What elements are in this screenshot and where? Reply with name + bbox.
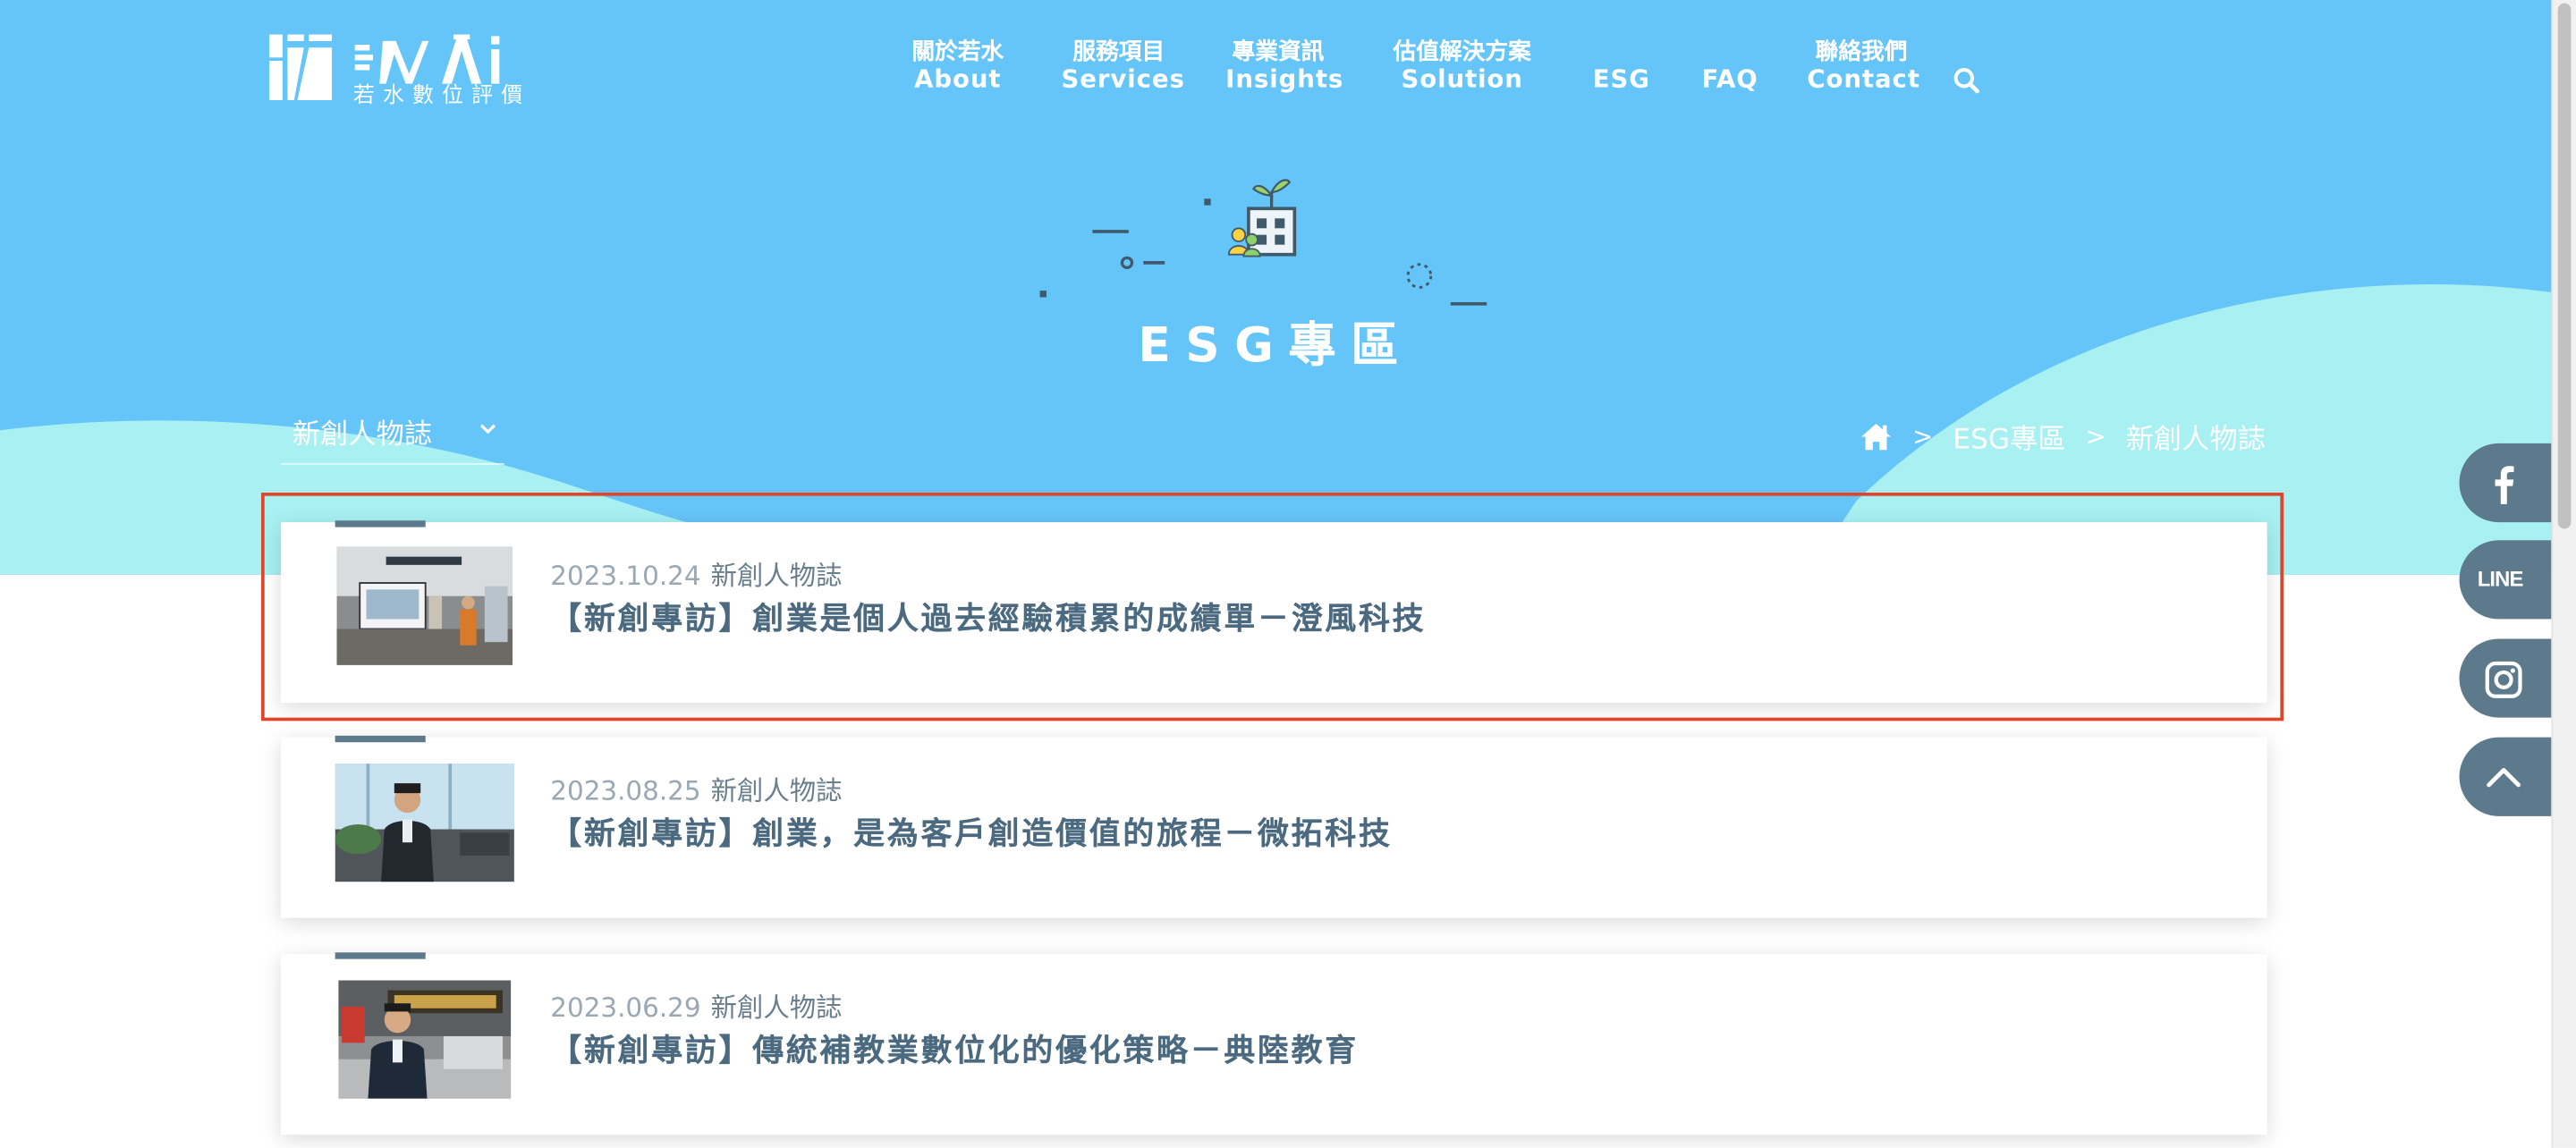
breadcrumb-current[interactable]: 新創人物誌 [2126, 416, 2266, 457]
breadcrumb-esg[interactable]: ESG專區 [1953, 416, 2065, 457]
nav-about[interactable]: 關於若水 About [905, 39, 1011, 92]
chevron-down-icon [479, 424, 496, 435]
facebook-button[interactable] [2459, 443, 2552, 523]
page-title: ESG專區 [1138, 317, 1414, 373]
category-dropdown[interactable]: 新創人物誌 [281, 406, 504, 465]
instagram-icon [2485, 661, 2522, 698]
article-thumbnail[interactable] [335, 764, 514, 882]
article-date: 2023.10.24 [550, 560, 701, 592]
card-accent-tab [335, 952, 426, 959]
search-icon[interactable] [1952, 65, 1981, 95]
line-button[interactable]: LINE [2459, 540, 2552, 620]
nav-faq[interactable]: FAQ [1699, 39, 1761, 91]
breadcrumb-separator: > [2085, 421, 2106, 452]
card-accent-tab [335, 735, 426, 743]
page-scrollbar[interactable] [2551, 0, 2576, 1148]
main-nav: 關於若水 About 服務項目 Services 專業資訊 Insights 估… [0, 39, 2551, 105]
instagram-button[interactable] [2459, 638, 2552, 718]
article-thumbnail[interactable] [338, 980, 512, 1099]
article-title[interactable]: 【新創專訪】創業，是為客戶創造價值的旅程－微拓科技 [550, 809, 1392, 854]
article-card[interactable]: 2023.06.29 新創人物誌 【新創專訪】傳統補教業數位化的優化策略－典陸教育 [281, 952, 2267, 1135]
back-to-top-icon [2487, 768, 2521, 788]
article-category: 新創人物誌 [710, 774, 843, 806]
article-meta: 2023.08.25 新創人物誌 [550, 769, 842, 808]
nav-insights[interactable]: 專業資訊 Insights [1225, 39, 1343, 92]
article-title[interactable]: 【新創專訪】創業是個人過去經驗積累的成績單－澄風科技 [550, 595, 1426, 639]
hero-banner: 若水數位評價 關於若水 About 服務項目 Services 專業資訊 Ins… [0, 0, 2552, 575]
home-icon[interactable] [1860, 421, 1893, 451]
nav-esg[interactable]: ESG [1589, 39, 1654, 91]
esg-building-illustration [1039, 179, 1487, 306]
article-card[interactable]: 2023.10.24 新創人物誌 【新創專訪】創業是個人過去經驗積累的成績單－澄風… [281, 520, 2267, 704]
nav-solution[interactable]: 估值解決方案 Solution [1382, 39, 1543, 92]
article-date: 2023.08.25 [550, 774, 701, 806]
page: 若水數位評價 關於若水 About 服務項目 Services 專業資訊 Ins… [0, 0, 2576, 1148]
article-card[interactable]: 2023.08.25 新創人物誌 【新創專訪】創業，是為客戶創造價值的旅程－微拓科… [281, 735, 2267, 918]
breadcrumb-separator: > [1912, 421, 1934, 452]
article-thumbnail[interactable] [336, 546, 513, 665]
article-meta: 2023.06.29 新創人物誌 [550, 985, 842, 1025]
article-category: 新創人物誌 [710, 992, 843, 1024]
card-accent-tab [335, 520, 426, 528]
article-category: 新創人物誌 [710, 560, 843, 592]
category-selected-label: 新創人物誌 [292, 418, 433, 452]
article-date: 2023.06.29 [550, 992, 701, 1024]
facebook-icon [2495, 466, 2514, 504]
article-meta: 2023.10.24 新創人物誌 [550, 553, 842, 593]
nav-contact[interactable]: 聯絡我們 Contact [1807, 39, 1919, 92]
line-icon: LINE [2477, 566, 2524, 592]
breadcrumb: > ESG專區 > 新創人物誌 [1860, 416, 2266, 457]
back-to-top-button[interactable] [2459, 737, 2552, 816]
nav-services[interactable]: 服務項目 Services [1062, 39, 1184, 92]
scrollbar-thumb[interactable] [2557, 3, 2572, 529]
article-title[interactable]: 【新創專訪】傳統補教業數位化的優化策略－典陸教育 [550, 1026, 1359, 1071]
